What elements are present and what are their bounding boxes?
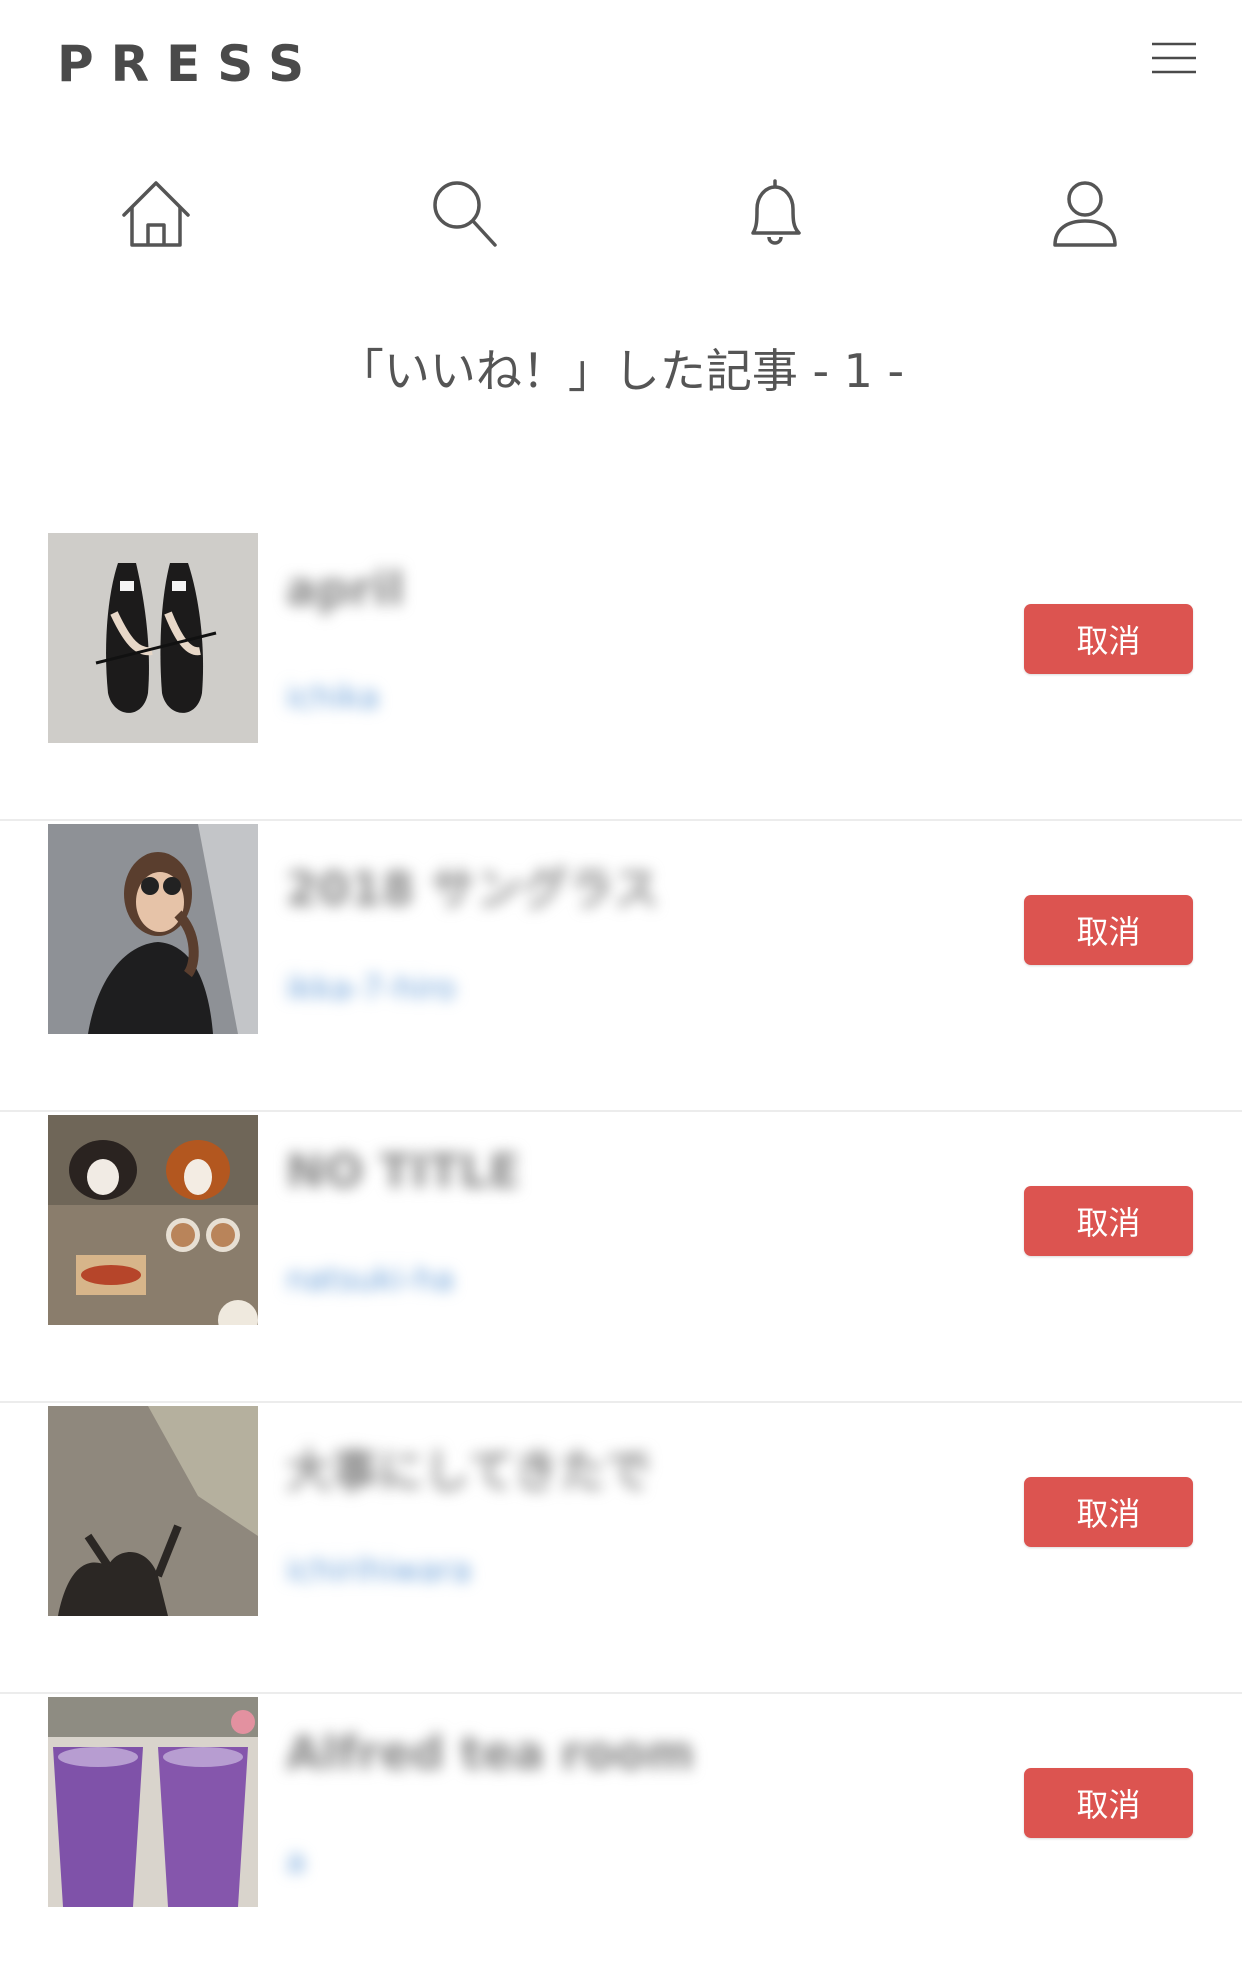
list-item: 2018 サングラス ikka-7-hiro 取消 — [0, 821, 1242, 1112]
hamburger-icon — [1152, 42, 1196, 74]
article-title[interactable]: 大事にしてきたで — [286, 1435, 651, 1501]
hamburger-menu-button[interactable] — [1150, 38, 1198, 78]
nav-notifications-button[interactable] — [725, 165, 825, 260]
cancel-like-button[interactable]: 取消 — [1024, 1477, 1193, 1547]
list-item: april ichika 取消 — [0, 530, 1242, 821]
article-author[interactable]: a — [286, 1842, 306, 1880]
article-thumbnail[interactable] — [48, 1406, 258, 1616]
article-author[interactable]: ikka-7-hiro — [286, 969, 456, 1007]
nav-search-button[interactable] — [415, 165, 515, 260]
article-thumbnail[interactable] — [48, 824, 258, 1034]
cancel-like-button[interactable]: 取消 — [1024, 1768, 1193, 1838]
nav-home-button[interactable] — [106, 165, 206, 260]
app-header: PRESS — [0, 0, 1242, 125]
cancel-like-button[interactable]: 取消 — [1024, 895, 1193, 965]
liked-articles-list: april ichika 取消 2018 サングラス ikka-7-hiro 取… — [0, 530, 1242, 1985]
cancel-like-button[interactable]: 取消 — [1024, 1186, 1193, 1256]
article-title[interactable]: Alfred tea room — [286, 1726, 694, 1780]
purple-drinks-photo — [48, 1697, 258, 1907]
page-title: 「いいね！」した記事 - 1 - — [337, 344, 905, 398]
article-title[interactable]: 2018 サングラス — [286, 853, 659, 919]
home-icon — [122, 180, 190, 247]
nav-profile-button[interactable] — [1035, 165, 1135, 260]
shadow-wall-photo — [48, 1406, 258, 1616]
article-title[interactable]: april — [286, 562, 404, 616]
search-icon — [433, 180, 497, 247]
article-author[interactable]: natsuki-ha — [286, 1260, 454, 1298]
user-icon — [1053, 180, 1117, 247]
article-author[interactable]: ichirihiwara — [286, 1551, 471, 1589]
list-item: Alfred tea room a 取消 — [0, 1694, 1242, 1985]
press-logo[interactable]: PRESS — [57, 34, 321, 94]
article-author[interactable]: ichika — [286, 678, 379, 716]
article-thumbnail[interactable] — [48, 1697, 258, 1907]
list-item: 大事にしてきたで ichirihiwara 取消 — [0, 1403, 1242, 1694]
bell-icon — [751, 178, 801, 245]
woman-sunglasses-photo — [48, 824, 258, 1034]
icon-nav-bar — [0, 165, 1242, 260]
list-item: NO TITLE natsuki-ha 取消 — [0, 1112, 1242, 1403]
cancel-like-button[interactable]: 取消 — [1024, 604, 1193, 674]
article-thumbnail[interactable] — [48, 533, 258, 743]
article-thumbnail[interactable] — [48, 1115, 258, 1325]
black-shoes-photo — [48, 533, 258, 743]
article-title[interactable]: NO TITLE — [286, 1144, 520, 1198]
dogs-cafe-photo — [48, 1115, 258, 1325]
